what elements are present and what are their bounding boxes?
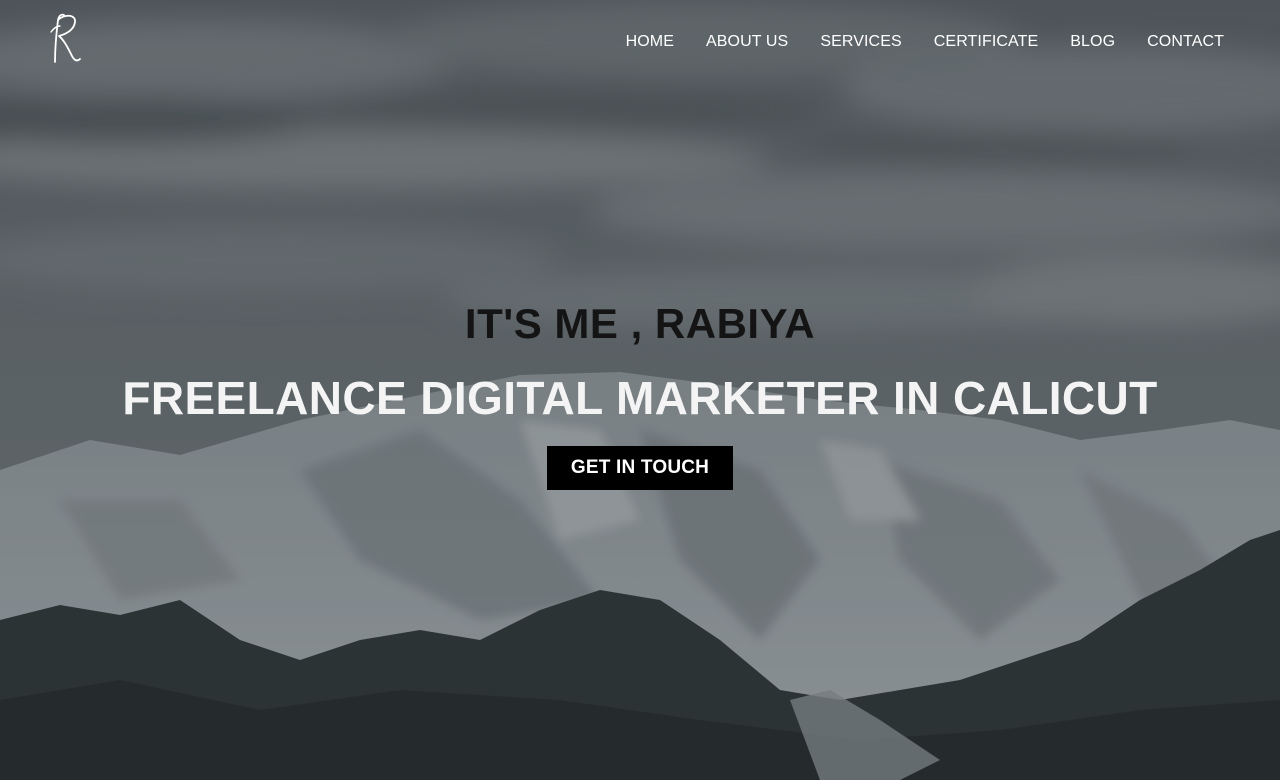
hero-section: HOME ABOUT US SERVICES CERTIFICATE BLOG … bbox=[0, 0, 1280, 780]
main-navigation: HOME ABOUT US SERVICES CERTIFICATE BLOG … bbox=[610, 30, 1224, 54]
get-in-touch-button[interactable]: GET IN TOUCH bbox=[546, 446, 734, 490]
nav-item-services: SERVICES bbox=[804, 30, 917, 54]
nav-item-contact: CONTACT bbox=[1131, 30, 1224, 54]
hero-headline: FREELANCE DIGITAL MARKETER IN CALICUT bbox=[122, 372, 1158, 424]
nav-link-about-us[interactable]: ABOUT US bbox=[690, 30, 804, 54]
script-r-icon bbox=[50, 13, 81, 63]
nav-item-home: HOME bbox=[610, 30, 690, 54]
nav-link-services[interactable]: SERVICES bbox=[804, 30, 917, 54]
script-letter-r-logo[interactable] bbox=[46, 12, 86, 68]
nav-link-home[interactable]: HOME bbox=[610, 30, 690, 54]
nav-item-certificate: CERTIFICATE bbox=[918, 30, 1055, 54]
nav-link-blog[interactable]: BLOG bbox=[1054, 30, 1131, 54]
nav-item-about-us: ABOUT US bbox=[690, 30, 804, 54]
nav-link-certificate[interactable]: CERTIFICATE bbox=[918, 30, 1055, 54]
hero-intro-heading: IT'S ME , RABIYA bbox=[464, 300, 816, 347]
hero-content: IT'S ME , RABIYA FREELANCE DIGITAL MARKE… bbox=[0, 296, 1280, 490]
nav-link-contact[interactable]: CONTACT bbox=[1131, 30, 1224, 54]
nav-item-blog: BLOG bbox=[1054, 30, 1131, 54]
